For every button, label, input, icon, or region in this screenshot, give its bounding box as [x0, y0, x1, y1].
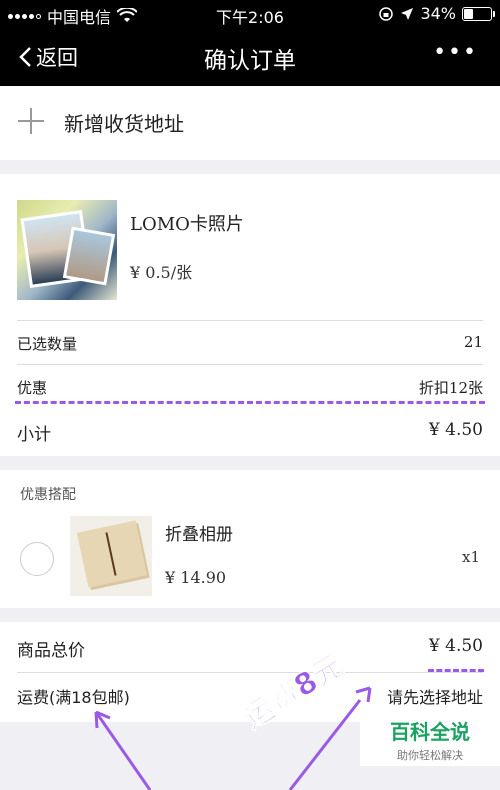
shipping-value[interactable]: 请先选择地址 [387, 684, 483, 708]
add-address-label: 新增收货地址 [64, 112, 184, 136]
combo-select-radio[interactable] [20, 542, 54, 576]
product-name: LOMO卡照片 [130, 214, 244, 235]
product-card: LOMO卡照片 ¥ 0.5/张 已选数量 21 优惠 折扣12张 小计 ¥ 4.… [0, 174, 500, 456]
watermark-logo: 百科全说 助你轻松解决 [360, 710, 500, 766]
total-price-row: 商品总价 ¥ 4.50 [17, 636, 483, 672]
annotation-underline [428, 669, 484, 672]
more-menu-button[interactable]: ••• [433, 40, 478, 65]
subtotal-row: 小计 ¥ 4.50 [17, 410, 483, 454]
discount-value: 折扣12张 [418, 379, 483, 397]
page-title: 确认订单 [204, 48, 296, 74]
annotation-underline [15, 401, 485, 404]
combo-thumbnail [70, 516, 152, 596]
watermark-subtitle: 助你轻松解决 [397, 749, 463, 762]
plus-icon [18, 108, 44, 134]
location-arrow-icon [401, 7, 414, 20]
watermark-title: 百科全说 [390, 720, 470, 744]
combo-name: 折叠相册 [165, 525, 233, 545]
discount-label: 优惠 [17, 379, 48, 397]
quantity-value: 21 [463, 333, 483, 351]
status-bar: 中国电信 下午2:06 34% [0, 0, 500, 28]
battery-percent: 34% [420, 4, 456, 23]
product-price: ¥ 0.5/张 [130, 263, 193, 282]
quantity-label: 已选数量 [17, 335, 78, 353]
add-address-row[interactable]: 新增收货地址 [0, 86, 500, 160]
subtotal-label: 小计 [17, 425, 51, 445]
subtotal-value: ¥ 4.50 [428, 420, 483, 440]
lock-rotation-icon [379, 6, 394, 21]
combo-qty: x1 [461, 548, 480, 566]
product-thumbnail [17, 200, 117, 300]
quantity-row: 已选数量 21 [17, 320, 483, 364]
total-price-label: 商品总价 [17, 641, 85, 661]
battery-icon [462, 6, 495, 21]
shipping-label: 运费(满18包邮) [17, 688, 130, 707]
combo-price: ¥ 14.90 [165, 568, 227, 587]
combo-heading: 优惠搭配 [20, 487, 76, 503]
total-price-value: ¥ 4.50 [428, 636, 483, 656]
nav-bar: 返回 确认订单 ••• [0, 28, 500, 86]
combo-offer-card: 优惠搭配 折叠相册 ¥ 14.90 x1 [0, 470, 500, 608]
